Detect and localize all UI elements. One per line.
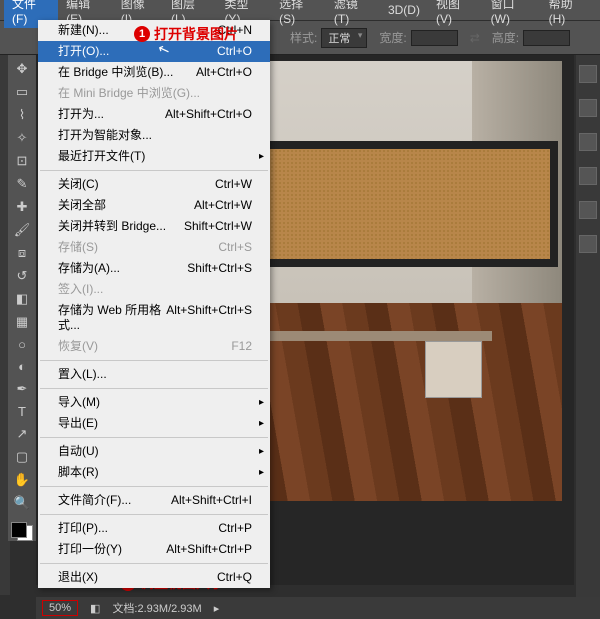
height-label: 高度:	[492, 29, 519, 46]
menu-10[interactable]: 帮助(H)	[541, 0, 596, 28]
width-label: 宽度:	[379, 29, 406, 46]
type-tool-icon[interactable]: T	[13, 404, 31, 419]
flyout-icon[interactable]: ▸	[214, 602, 220, 615]
file-menu-item-20[interactable]: 导出(E)	[38, 413, 270, 434]
annotation-badge-1: 1	[134, 26, 150, 42]
file-menu-item-8[interactable]: 关闭(C)Ctrl+W	[38, 174, 270, 195]
blur-tool-icon[interactable]: ○	[13, 337, 31, 352]
shape-tool-icon[interactable]: ▢	[13, 449, 31, 465]
crop-tool-icon[interactable]: ⊡	[13, 153, 31, 169]
doc-size: 2.93M/2.93M	[138, 603, 202, 615]
zoom-tool-icon[interactable]: 🔍	[13, 495, 31, 511]
menubar: 文件(F)编辑(E)图像(I)图层(L)类型(Y)选择(S)滤镜(T)3D(D)…	[0, 0, 600, 20]
layers-panel-icon[interactable]	[579, 167, 597, 185]
eraser-tool-icon[interactable]: ◧	[13, 291, 31, 307]
lasso-tool-icon[interactable]: ⌇	[13, 107, 31, 123]
color-panel-icon[interactable]	[579, 65, 597, 83]
hand-tool-icon[interactable]: ✋	[13, 472, 31, 488]
eyedropper-tool-icon[interactable]: ✎	[13, 176, 31, 192]
style-label: 样式:	[290, 29, 317, 46]
menu-6[interactable]: 滤镜(T)	[326, 0, 380, 28]
file-menu-item-6[interactable]: 最近打开文件(T)	[38, 146, 270, 167]
swatch-panel-icon[interactable]	[579, 99, 597, 117]
menu-5[interactable]: 选择(S)	[271, 0, 326, 28]
file-menu-item-25[interactable]: 文件简介(F)...Alt+Shift+Ctrl+I	[38, 490, 270, 511]
menu-8[interactable]: 视图(V)	[428, 0, 483, 28]
file-menu-item-3: 在 Mini Bridge 中浏览(G)...	[38, 83, 270, 104]
height-input[interactable]	[523, 30, 570, 46]
file-menu-item-2[interactable]: 在 Bridge 中浏览(B)...Alt+Ctrl+O	[38, 62, 270, 83]
preview-icon[interactable]: ◧	[90, 602, 100, 615]
file-menu-item-19[interactable]: 导入(M)	[38, 392, 270, 413]
style-select[interactable]: 正常	[321, 28, 367, 48]
doc-label: 文档:	[112, 603, 137, 615]
move-tool-icon[interactable]: ✥	[13, 61, 31, 77]
file-menu-item-28[interactable]: 打印一份(Y)Alt+Shift+Ctrl+P	[38, 539, 270, 560]
menu-9[interactable]: 窗口(W)	[483, 0, 541, 28]
file-menu-item-12[interactable]: 存储为(A)...Shift+Ctrl+S	[38, 258, 270, 279]
zoom-level[interactable]: 50%	[42, 600, 78, 616]
channels-panel-icon[interactable]	[579, 201, 597, 219]
adjust-panel-icon[interactable]	[579, 133, 597, 151]
toolbox: ✥ ▭ ⌇ ✧ ⊡ ✎ ✚ 🖌 ⧈ ↺ ◧ ▦ ○ ◐ ✒ T ↗ ▢ ✋ 🔍	[8, 55, 36, 541]
file-menu-item-11: 存储(S)Ctrl+S	[38, 237, 270, 258]
panel-dock-right	[576, 55, 600, 605]
file-menu-item-23[interactable]: 脚本(R)	[38, 462, 270, 483]
annotation-1: 1 打开背景图片	[134, 24, 238, 44]
dodge-tool-icon[interactable]: ◐	[13, 359, 31, 374]
color-swatches[interactable]	[11, 522, 33, 541]
desk-image	[262, 331, 492, 421]
file-menu-item-14[interactable]: 存储为 Web 所用格式...Alt+Shift+Ctrl+S	[38, 300, 270, 336]
file-menu-dropdown: 新建(N)...Ctrl+N打开(O)...Ctrl+O在 Bridge 中浏览…	[38, 20, 270, 588]
file-menu-item-22[interactable]: 自动(U)	[38, 441, 270, 462]
marquee-tool-icon[interactable]: ▭	[13, 84, 31, 100]
file-menu-item-9[interactable]: 关闭全部Alt+Ctrl+W	[38, 195, 270, 216]
file-menu-item-10[interactable]: 关闭并转到 Bridge...Shift+Ctrl+W	[38, 216, 270, 237]
brush-tool-icon[interactable]: 🖌	[13, 222, 31, 238]
file-menu-item-5[interactable]: 打开为智能对象...	[38, 125, 270, 146]
file-menu-item-17[interactable]: 置入(L)...	[38, 364, 270, 385]
pen-tool-icon[interactable]: ✒	[13, 381, 31, 397]
status-bar: 50% ◧ 文档:2.93M/2.93M ▸	[36, 597, 600, 619]
width-input[interactable]	[411, 30, 458, 46]
paths-panel-icon[interactable]	[579, 235, 597, 253]
file-menu-item-1[interactable]: 打开(O)...Ctrl+O	[38, 41, 270, 62]
heal-tool-icon[interactable]: ✚	[13, 199, 31, 215]
file-menu-item-27[interactable]: 打印(P)...Ctrl+P	[38, 518, 270, 539]
stamp-tool-icon[interactable]: ⧈	[13, 245, 31, 261]
file-menu-item-13: 签入(I)...	[38, 279, 270, 300]
file-menu-item-30[interactable]: 退出(X)Ctrl+Q	[38, 567, 270, 588]
history-tool-icon[interactable]: ↺	[13, 268, 31, 284]
corkboard-image	[242, 141, 558, 267]
wand-tool-icon[interactable]: ✧	[13, 130, 31, 146]
menu-7[interactable]: 3D(D)	[380, 1, 428, 19]
file-menu-item-15: 恢复(V)F12	[38, 336, 270, 357]
path-tool-icon[interactable]: ↗	[13, 426, 31, 442]
file-menu-item-4[interactable]: 打开为...Alt+Shift+Ctrl+O	[38, 104, 270, 125]
gradient-tool-icon[interactable]: ▦	[13, 314, 31, 330]
